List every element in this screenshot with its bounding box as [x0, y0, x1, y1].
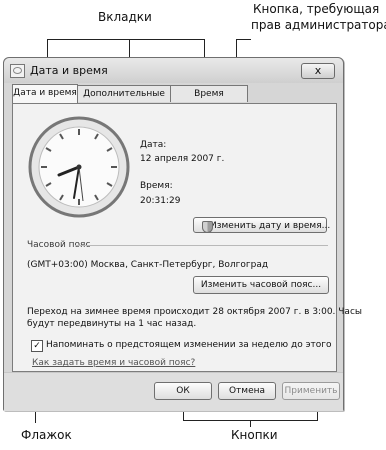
change-date-time-label: Изменить дату и время...	[210, 221, 331, 231]
date-time-window: Дата и время x Дата и время Дополнительн…	[3, 57, 362, 411]
time-label: Время:	[140, 181, 173, 191]
admin-button-callout-line2: прав администратора	[251, 18, 386, 32]
window-titlebar: Дата и время x	[4, 58, 343, 83]
close-icon[interactable]: x	[301, 63, 335, 79]
tabs-callout-line-horizontal	[47, 39, 204, 40]
apply-button[interactable]: Применить	[282, 382, 340, 400]
tab-date-time[interactable]: Дата и время	[12, 84, 78, 103]
tab-bar: Дата и время Дополнительные часы Время И…	[12, 84, 335, 115]
dst-info-line2: будут передвинуты на 1 час назад.	[27, 319, 197, 329]
buttons-callout-line-center	[250, 420, 251, 427]
date-time-panel: Дата: 12 апреля 2007 г. Время: 20:31:29 …	[12, 103, 362, 372]
analog-clock	[28, 116, 130, 218]
time-zone-help-link[interactable]: Как задать время и часовой пояс?	[32, 358, 195, 368]
checkbox-callout: Флажок	[21, 428, 72, 442]
tab-internet-time[interactable]: Время Интернета	[170, 85, 248, 115]
timezone-separator	[75, 245, 328, 246]
admin-shield-icon	[202, 221, 213, 233]
dst-info-line1: Переход на зимнее время происходит 28 ок…	[27, 307, 363, 317]
time-value: 20:31:29	[140, 196, 181, 206]
timezone-value: (GMT+03:00) Москва, Санкт-Петербург, Вол…	[27, 260, 269, 270]
dst-reminder-label[interactable]: Напоминать о предстоящем изменении за не…	[46, 340, 332, 350]
cancel-button[interactable]: Отмена	[218, 382, 276, 400]
date-label: Дата:	[140, 140, 167, 150]
dst-reminder-checkbox[interactable]: ✓	[31, 340, 43, 352]
tabs-callout: Вкладки	[98, 10, 152, 24]
date-time-app-icon	[10, 64, 25, 78]
admin-button-callout-line1: Кнопка, требующая	[253, 2, 380, 16]
buttons-callout: Кнопки	[231, 428, 278, 442]
change-timezone-button[interactable]: Изменить часовой пояс...	[193, 276, 329, 294]
window-title: Дата и время	[30, 64, 108, 77]
date-value: 12 апреля 2007 г.	[140, 154, 225, 164]
tab-additional-clocks[interactable]: Дополнительные часы	[77, 85, 171, 115]
admin-callout-line-horizontal	[236, 39, 251, 40]
change-date-time-button[interactable]: Изменить дату и время...	[193, 217, 331, 233]
footer-button-area: ОК Отмена Применить	[4, 372, 343, 411]
ok-button[interactable]: ОК	[154, 382, 212, 400]
